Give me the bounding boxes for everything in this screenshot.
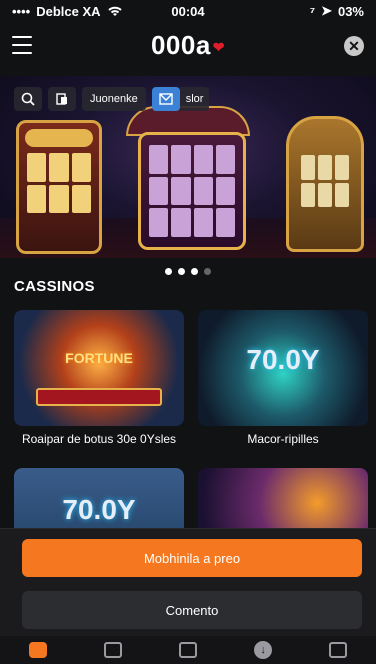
tab-cards[interactable] (177, 639, 199, 661)
game-thumbnail: 70.0Y (198, 310, 368, 426)
card-icon (178, 642, 197, 658)
slot-chip[interactable]: slor (179, 87, 210, 111)
bottom-tab-bar: ↓ (0, 636, 376, 664)
tab-profile[interactable] (327, 639, 349, 661)
game-art-text: FORTUNE (65, 350, 133, 366)
game-card[interactable]: 70.0Y Macor-ripilles (198, 310, 368, 446)
secondary-button[interactable]: Comento (22, 591, 362, 629)
slot-sign (25, 129, 93, 147)
carousel-dot[interactable] (191, 268, 198, 275)
game-thumbnail: FORTUNE (14, 310, 184, 426)
tab-home[interactable] (27, 639, 49, 661)
location-icon: ➤ (321, 3, 332, 18)
game-art-text: 70.0Y (246, 344, 320, 375)
carousel-dots (0, 268, 376, 275)
battery-percent: 03% (337, 3, 364, 19)
carousel-dot[interactable] (178, 268, 185, 275)
close-icon[interactable]: ✕ (344, 36, 364, 56)
status-right: ⁷ ➤ 03% (310, 3, 364, 19)
game-ribbon (36, 388, 162, 406)
download-icon: ↓ (254, 641, 273, 659)
app-logo: 000a ❤ (0, 30, 376, 61)
alarm-icon: ⁷ (309, 3, 316, 19)
game-card[interactable]: FORTUNE Roaipar de botus 30e 0Ysles (14, 310, 184, 446)
game-title: Roaipar de botus 30e 0Ysles (21, 432, 177, 446)
game-art-text: 70.0Y (62, 494, 136, 525)
search-icon[interactable] (14, 87, 42, 111)
game-title: Macor-ripilles (247, 432, 319, 446)
home-icon (28, 642, 47, 658)
heart-icon: ❤ (212, 38, 226, 55)
tab-download[interactable]: ↓ (252, 639, 274, 661)
app-header: 000a ❤ ✕ (0, 22, 376, 70)
slot-machine-right (286, 116, 364, 252)
carousel-dot[interactable] (165, 268, 172, 275)
tab-games[interactable] (102, 639, 124, 661)
search-chips: Juonenke slor (14, 87, 210, 111)
lock-icon (329, 642, 348, 658)
status-bar: •••• Deblce XA 00:04 ⁷ ➤ 03% (0, 0, 376, 22)
slot-machine-center (138, 132, 246, 250)
carousel-dot[interactable] (204, 268, 211, 275)
filter-icon[interactable] (48, 87, 76, 111)
category-chip[interactable]: Juonenke (82, 87, 146, 111)
section-title: CASSINOS (14, 278, 95, 295)
mail-icon[interactable] (151, 87, 180, 111)
monitor-icon (103, 642, 122, 658)
primary-button[interactable]: Mobhinila a preo (22, 539, 362, 577)
slot-machine-left (16, 120, 102, 254)
logo-text: 000a (150, 30, 211, 60)
bottom-action-sheet: Mobhinila a preo Comento (0, 528, 376, 636)
